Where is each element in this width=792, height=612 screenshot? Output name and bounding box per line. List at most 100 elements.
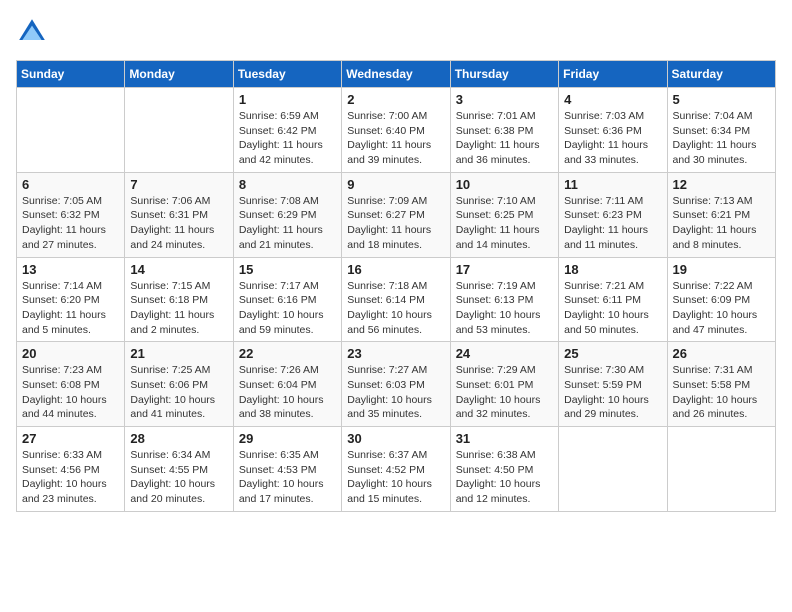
calendar-cell: 1Sunrise: 6:59 AM Sunset: 6:42 PM Daylig…: [233, 88, 341, 173]
day-number: 24: [456, 346, 553, 361]
day-info: Sunrise: 7:04 AM Sunset: 6:34 PM Dayligh…: [673, 109, 770, 168]
day-info: Sunrise: 6:38 AM Sunset: 4:50 PM Dayligh…: [456, 448, 553, 507]
calendar-cell: [667, 427, 775, 512]
day-number: 6: [22, 177, 119, 192]
calendar-cell: 9 Sunrise: 7:09 AM Sunset: 6:27 PM Daylig…: [342, 172, 450, 257]
day-info: Sunrise: 7:21 AM Sunset: 6:11 PM Dayligh…: [564, 279, 661, 338]
day-number: 10: [456, 177, 553, 192]
calendar-cell: 8 Sunrise: 7:08 AM Sunset: 6:29 PM Daylig…: [233, 172, 341, 257]
day-info: Sunrise: 7:01 AM Sunset: 6:38 PM Dayligh…: [456, 109, 553, 168]
calendar-header-sunday: Sunday: [17, 61, 125, 88]
calendar-cell: 14 Sunrise: 7:15 AM Sunset: 6:18 PM Dayli…: [125, 257, 233, 342]
day-number: 26: [673, 346, 770, 361]
calendar-cell: 25 Sunrise: 7:30 AM Sunset: 5:59 PM Dayli…: [559, 342, 667, 427]
day-number: 4: [564, 92, 661, 107]
day-info: Sunrise: 7:30 AM Sunset: 5:59 PM Dayligh…: [564, 363, 661, 422]
day-number: 30: [347, 431, 444, 446]
calendar-cell: 10 Sunrise: 7:10 AM Sunset: 6:25 PM Dayli…: [450, 172, 558, 257]
calendar-cell: 5Sunrise: 7:04 AM Sunset: 6:34 PM Daylig…: [667, 88, 775, 173]
day-number: 15: [239, 262, 336, 277]
calendar-cell: 27Sunrise: 6:33 AM Sunset: 4:56 PM Dayli…: [17, 427, 125, 512]
day-info: Sunrise: 7:18 AM Sunset: 6:14 PM Dayligh…: [347, 279, 444, 338]
day-number: 12: [673, 177, 770, 192]
calendar-header-row: SundayMondayTuesdayWednesdayThursdayFrid…: [17, 61, 776, 88]
calendar-cell: 6 Sunrise: 7:05 AM Sunset: 6:32 PM Daylig…: [17, 172, 125, 257]
day-number: 31: [456, 431, 553, 446]
calendar-header-tuesday: Tuesday: [233, 61, 341, 88]
calendar-cell: 18 Sunrise: 7:21 AM Sunset: 6:11 PM Dayli…: [559, 257, 667, 342]
day-info: Sunrise: 7:27 AM Sunset: 6:03 PM Dayligh…: [347, 363, 444, 422]
day-info: Sunrise: 7:06 AM Sunset: 6:31 PM Dayligh…: [130, 194, 227, 253]
day-number: 13: [22, 262, 119, 277]
calendar-cell: 19 Sunrise: 7:22 AM Sunset: 6:09 PM Dayli…: [667, 257, 775, 342]
calendar-week-2: 6 Sunrise: 7:05 AM Sunset: 6:32 PM Daylig…: [17, 172, 776, 257]
calendar-cell: 22 Sunrise: 7:26 AM Sunset: 6:04 PM Dayli…: [233, 342, 341, 427]
day-number: 2: [347, 92, 444, 107]
calendar-cell: 17 Sunrise: 7:19 AM Sunset: 6:13 PM Dayli…: [450, 257, 558, 342]
calendar-table: SundayMondayTuesdayWednesdayThursdayFrid…: [16, 60, 776, 512]
day-number: 9: [347, 177, 444, 192]
calendar-cell: [559, 427, 667, 512]
calendar-cell: 21Sunrise: 7:25 AM Sunset: 6:06 PM Dayli…: [125, 342, 233, 427]
day-info: Sunrise: 7:15 AM Sunset: 6:18 PM Dayligh…: [130, 279, 227, 338]
day-info: Sunrise: 7:29 AM Sunset: 6:01 PM Dayligh…: [456, 363, 553, 422]
day-info: Sunrise: 7:13 AM Sunset: 6:21 PM Dayligh…: [673, 194, 770, 253]
calendar-cell: 28 Sunrise: 6:34 AM Sunset: 4:55 PM Dayli…: [125, 427, 233, 512]
calendar-cell: 29 Sunrise: 6:35 AM Sunset: 4:53 PM Dayli…: [233, 427, 341, 512]
day-info: Sunrise: 7:00 AM Sunset: 6:40 PM Dayligh…: [347, 109, 444, 168]
calendar-cell: 16 Sunrise: 7:18 AM Sunset: 6:14 PM Dayli…: [342, 257, 450, 342]
calendar-header-thursday: Thursday: [450, 61, 558, 88]
day-number: 21: [130, 346, 227, 361]
calendar-cell: 13Sunrise: 7:14 AM Sunset: 6:20 PM Dayli…: [17, 257, 125, 342]
calendar-cell: 30Sunrise: 6:37 AM Sunset: 4:52 PM Dayli…: [342, 427, 450, 512]
day-info: Sunrise: 6:59 AM Sunset: 6:42 PM Dayligh…: [239, 109, 336, 168]
calendar-header-friday: Friday: [559, 61, 667, 88]
day-info: Sunrise: 7:08 AM Sunset: 6:29 PM Dayligh…: [239, 194, 336, 253]
calendar-cell: [17, 88, 125, 173]
day-number: 25: [564, 346, 661, 361]
calendar-header-wednesday: Wednesday: [342, 61, 450, 88]
logo: [16, 16, 52, 48]
day-number: 14: [130, 262, 227, 277]
calendar-week-1: 1Sunrise: 6:59 AM Sunset: 6:42 PM Daylig…: [17, 88, 776, 173]
calendar-week-5: 27Sunrise: 6:33 AM Sunset: 4:56 PM Dayli…: [17, 427, 776, 512]
day-info: Sunrise: 7:10 AM Sunset: 6:25 PM Dayligh…: [456, 194, 553, 253]
page-header: [16, 16, 776, 48]
calendar-header-monday: Monday: [125, 61, 233, 88]
calendar-cell: 20Sunrise: 7:23 AM Sunset: 6:08 PM Dayli…: [17, 342, 125, 427]
calendar-cell: 24 Sunrise: 7:29 AM Sunset: 6:01 PM Dayli…: [450, 342, 558, 427]
day-number: 23: [347, 346, 444, 361]
day-number: 19: [673, 262, 770, 277]
day-number: 8: [239, 177, 336, 192]
day-info: Sunrise: 7:11 AM Sunset: 6:23 PM Dayligh…: [564, 194, 661, 253]
day-info: Sunrise: 7:26 AM Sunset: 6:04 PM Dayligh…: [239, 363, 336, 422]
day-number: 17: [456, 262, 553, 277]
day-info: Sunrise: 7:19 AM Sunset: 6:13 PM Dayligh…: [456, 279, 553, 338]
calendar-cell: 7 Sunrise: 7:06 AM Sunset: 6:31 PM Daylig…: [125, 172, 233, 257]
calendar-cell: 31 Sunrise: 6:38 AM Sunset: 4:50 PM Dayli…: [450, 427, 558, 512]
calendar-cell: [125, 88, 233, 173]
calendar-cell: 3Sunrise: 7:01 AM Sunset: 6:38 PM Daylig…: [450, 88, 558, 173]
day-info: Sunrise: 6:34 AM Sunset: 4:55 PM Dayligh…: [130, 448, 227, 507]
day-info: Sunrise: 7:17 AM Sunset: 6:16 PM Dayligh…: [239, 279, 336, 338]
day-number: 22: [239, 346, 336, 361]
day-number: 18: [564, 262, 661, 277]
day-info: Sunrise: 7:31 AM Sunset: 5:58 PM Dayligh…: [673, 363, 770, 422]
day-number: 27: [22, 431, 119, 446]
day-number: 11: [564, 177, 661, 192]
day-number: 20: [22, 346, 119, 361]
day-info: Sunrise: 7:22 AM Sunset: 6:09 PM Dayligh…: [673, 279, 770, 338]
day-info: Sunrise: 6:35 AM Sunset: 4:53 PM Dayligh…: [239, 448, 336, 507]
day-number: 29: [239, 431, 336, 446]
calendar-header-saturday: Saturday: [667, 61, 775, 88]
day-info: Sunrise: 7:09 AM Sunset: 6:27 PM Dayligh…: [347, 194, 444, 253]
calendar-cell: 15 Sunrise: 7:17 AM Sunset: 6:16 PM Dayli…: [233, 257, 341, 342]
day-info: Sunrise: 7:03 AM Sunset: 6:36 PM Dayligh…: [564, 109, 661, 168]
calendar-week-3: 13Sunrise: 7:14 AM Sunset: 6:20 PM Dayli…: [17, 257, 776, 342]
calendar-cell: 12 Sunrise: 7:13 AM Sunset: 6:21 PM Dayli…: [667, 172, 775, 257]
day-number: 28: [130, 431, 227, 446]
day-number: 16: [347, 262, 444, 277]
day-number: 7: [130, 177, 227, 192]
day-info: Sunrise: 7:05 AM Sunset: 6:32 PM Dayligh…: [22, 194, 119, 253]
calendar-cell: 26 Sunrise: 7:31 AM Sunset: 5:58 PM Dayli…: [667, 342, 775, 427]
